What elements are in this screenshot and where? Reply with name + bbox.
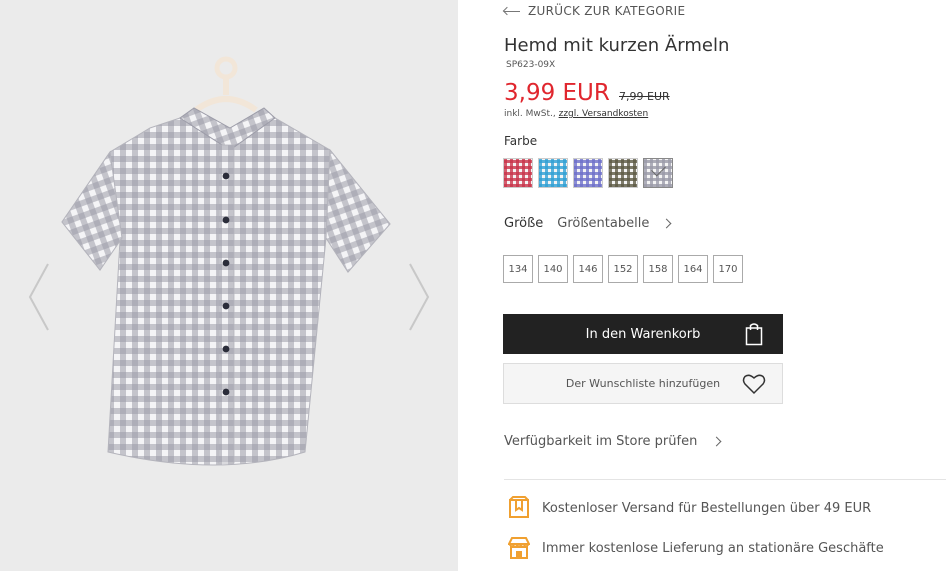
heart-icon xyxy=(742,374,766,395)
back-to-category-link[interactable]: ZURÜCK ZUR KATEGORIE xyxy=(504,4,685,18)
store-availability-label: Verfügbarkeit im Store prüfen xyxy=(504,434,698,449)
size-option[interactable]: 158 xyxy=(643,255,673,283)
hanger-icon xyxy=(194,56,258,113)
size-chart-link[interactable]: Größentabelle xyxy=(557,216,649,231)
add-to-wishlist-button[interactable]: Der Wunschliste hinzufügen xyxy=(503,363,783,404)
shipping-box-icon xyxy=(509,496,529,518)
add-to-cart-button[interactable]: In den Warenkorb xyxy=(503,314,783,354)
product-image xyxy=(61,56,391,466)
tax-note: inkl. MwSt., zzgl. Versandkosten xyxy=(504,109,648,119)
size-option[interactable]: 170 xyxy=(713,255,743,283)
shipping-costs-link[interactable]: zzgl. Versandkosten xyxy=(559,109,649,119)
color-swatch-olive[interactable] xyxy=(608,158,638,188)
size-option[interactable]: 146 xyxy=(573,255,603,283)
store-delivery-text: Immer kostenlose Lieferung an stationäre… xyxy=(542,540,884,556)
size-option[interactable]: 140 xyxy=(538,255,568,283)
color-label: Farbe xyxy=(504,134,538,148)
size-option[interactable]: 134 xyxy=(503,255,533,283)
size-label: Größe xyxy=(504,216,544,231)
product-image-gallery xyxy=(0,0,458,571)
divider xyxy=(504,479,946,480)
checkmark-icon xyxy=(651,161,666,177)
product-sku: SP623-09X xyxy=(506,60,556,70)
size-header: Größe Größentabelle xyxy=(504,216,672,231)
old-price: 7,99 EUR xyxy=(619,90,670,103)
store-icon xyxy=(508,537,530,559)
product-details-panel: ZURÜCK ZUR KATEGORIE Hemd mit kurzen Ärm… xyxy=(458,0,946,571)
wishlist-label: Der Wunschliste hinzufügen xyxy=(565,377,721,390)
color-swatch-blue[interactable] xyxy=(538,158,568,188)
current-price: 3,99 EUR xyxy=(504,80,610,106)
chevron-right-icon xyxy=(661,218,672,229)
size-option[interactable]: 164 xyxy=(678,255,708,283)
free-shipping-info: Kostenloser Versand für Bestellungen übe… xyxy=(508,496,871,520)
color-swatches xyxy=(503,158,673,188)
free-shipping-text: Kostenloser Versand für Bestellungen übe… xyxy=(542,500,872,516)
color-swatch-violet[interactable] xyxy=(573,158,603,188)
back-label: ZURÜCK ZUR KATEGORIE xyxy=(528,4,686,18)
size-options: 134 140 146 152 158 164 170 xyxy=(503,255,743,283)
arrow-left-icon xyxy=(504,10,520,12)
shopping-bag-icon xyxy=(745,323,763,346)
add-to-cart-label: In den Warenkorb xyxy=(585,326,701,342)
check-store-availability-link[interactable]: Verfügbarkeit im Store prüfen xyxy=(504,434,722,449)
previous-image-arrow-icon[interactable] xyxy=(26,262,54,332)
chevron-right-icon xyxy=(711,436,722,447)
next-image-arrow-icon[interactable] xyxy=(404,262,432,332)
color-swatch-grey[interactable] xyxy=(643,158,673,188)
store-delivery-info: Immer kostenlose Lieferung an stationäre… xyxy=(508,536,884,560)
size-option[interactable]: 152 xyxy=(608,255,638,283)
tax-prefix: inkl. MwSt., xyxy=(504,109,556,119)
product-title: Hemd mit kurzen Ärmeln xyxy=(504,35,730,56)
color-swatch-red[interactable] xyxy=(503,158,533,188)
